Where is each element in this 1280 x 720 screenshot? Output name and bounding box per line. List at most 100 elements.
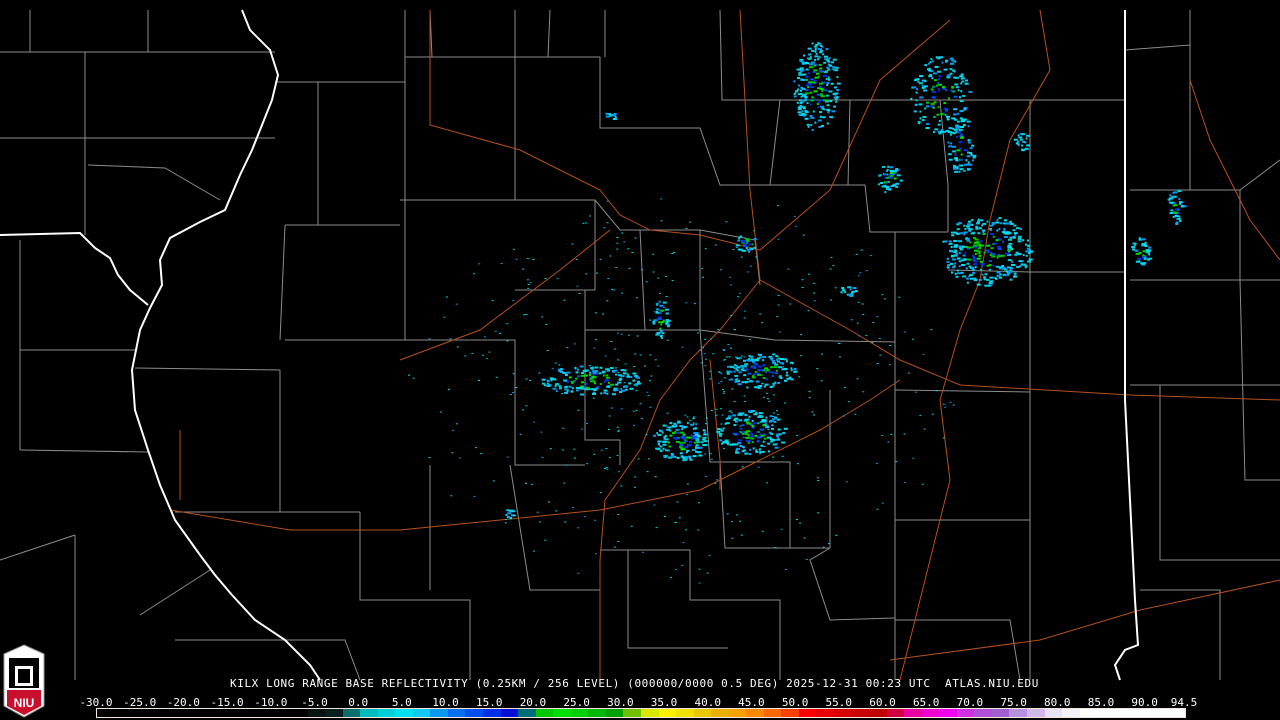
echo-pixel [606, 369, 610, 372]
echo-pixel [810, 116, 815, 119]
colorbar-cell [219, 709, 238, 717]
echo-pixel [740, 534, 743, 536]
echo-pixel [703, 433, 708, 436]
echo-pixel [926, 122, 929, 125]
echo-pixel [994, 276, 997, 279]
echo-pixel [562, 427, 565, 429]
echo-pixel [744, 368, 749, 371]
echo-pixel [966, 155, 971, 158]
echo-pixel [525, 405, 528, 407]
echo-pixel [630, 376, 632, 379]
echo-pixel [743, 356, 746, 358]
echo-pixel [955, 252, 959, 255]
echo-pixel [977, 243, 981, 246]
echo-pixel [915, 391, 918, 393]
echo-pixel [576, 285, 579, 287]
county-border [0, 534, 76, 561]
echo-pixel [782, 366, 785, 368]
echo-pixel [546, 385, 551, 387]
county-border [600, 549, 781, 680]
echo-pixel [515, 387, 518, 388]
echo-pixel [563, 379, 568, 382]
echo-pixel [962, 254, 966, 257]
echo-pixel [799, 522, 802, 524]
echo-pixel [762, 356, 767, 358]
echo-pixel [756, 431, 759, 434]
echo-pixel [799, 102, 803, 104]
echo-pixel [626, 375, 631, 378]
echo-pixel [801, 110, 804, 113]
echo-pixel [832, 93, 837, 96]
echo-pixel [695, 433, 699, 436]
echo-pixel [652, 271, 655, 273]
echo-pixel [665, 449, 668, 452]
echo-pixel [841, 287, 845, 289]
echo-pixel [967, 258, 972, 261]
echo-pixel [615, 367, 617, 369]
echo-pixel [987, 284, 991, 287]
echo-pixel [458, 457, 461, 459]
echo-pixel [674, 521, 677, 523]
echo-pixel [967, 161, 970, 164]
echo-pixel [774, 366, 778, 369]
echo-pixel [814, 50, 817, 53]
echo-pixel [715, 414, 718, 416]
echo-pixel [1005, 232, 1010, 235]
echo-pixel [957, 131, 961, 134]
county-border [175, 639, 361, 681]
echo-pixel [758, 414, 762, 417]
echo-pixel [949, 68, 953, 71]
echo-pixel [805, 75, 809, 78]
echo-pixel [512, 373, 515, 375]
echo-pixel [698, 446, 703, 449]
echo-pixel [931, 60, 934, 63]
echo-pixel [653, 434, 656, 437]
echo-pixel [565, 464, 568, 466]
echo-pixel [686, 483, 689, 485]
echo-pixel [586, 423, 588, 424]
echo-pixel [1017, 134, 1020, 137]
echo-pixel [921, 84, 924, 87]
echo-pixel [491, 300, 494, 302]
echo-pixel [954, 272, 957, 275]
echo-pixel [575, 371, 579, 374]
echo-pixel [847, 286, 852, 289]
echo-pixel [1176, 208, 1180, 211]
echo-pixel [777, 304, 780, 306]
echo-pixel [549, 448, 552, 450]
echo-pixel [660, 220, 663, 222]
echo-pixel [842, 415, 845, 417]
echo-pixel [582, 370, 587, 373]
echo-pixel [665, 312, 669, 315]
echo-pixel [766, 482, 769, 484]
echo-pixel [775, 443, 778, 446]
echo-pixel [817, 512, 820, 514]
echo-pixel [809, 91, 813, 94]
echo-pixel [983, 276, 987, 279]
echo-pixel [817, 119, 822, 122]
colorbar-cell [693, 709, 712, 717]
echo-pixel [816, 72, 819, 75]
echo-pixel [753, 246, 757, 249]
echo-pixel [632, 410, 635, 412]
echo-pixel [698, 582, 701, 584]
echo-pixel [660, 337, 663, 339]
echo-pixel [554, 384, 557, 387]
echo-pixel [665, 296, 668, 297]
echo-pixel [890, 185, 895, 188]
echo-pixel [685, 451, 688, 454]
echo-pixel [689, 420, 692, 422]
echo-pixel [974, 252, 977, 255]
echo-pixel [755, 380, 760, 383]
echo-pixel [979, 219, 984, 222]
echo-pixel [890, 172, 894, 174]
echo-pixel [1174, 202, 1177, 205]
echo-pixel [1007, 273, 1010, 276]
echo-pixel [655, 447, 660, 450]
echo-pixel [600, 392, 603, 395]
echo-pixel [526, 258, 529, 259]
colorbar-cell [114, 709, 133, 717]
echo-pixel [606, 300, 609, 302]
echo-pixel [1026, 144, 1031, 147]
echo-pixel [683, 426, 686, 429]
